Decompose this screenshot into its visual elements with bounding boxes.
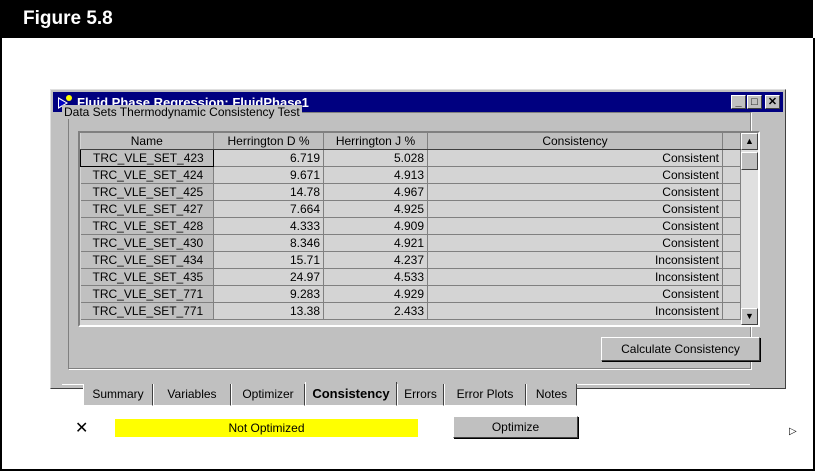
table-row[interactable]: TRC_VLE_SET_424 9.671 4.913 Consistent <box>80 166 741 184</box>
cell-consistency[interactable]: Inconsistent <box>427 302 723 320</box>
minimize-icon: _ <box>735 96 742 108</box>
cell-name[interactable]: TRC_VLE_SET_423 <box>80 149 214 167</box>
grid-vertical-scrollbar[interactable]: ▲ ▼ <box>741 133 758 325</box>
cell-name[interactable]: TRC_VLE_SET_771 <box>80 285 214 303</box>
cell-spacer <box>722 268 741 286</box>
table-row[interactable]: TRC_VLE_SET_434 15.71 4.237 Inconsistent <box>80 251 741 269</box>
consistency-grid: Name Herrington D % Herrington J % Consi… <box>78 131 760 327</box>
cell-herrington-d[interactable]: 14.78 <box>213 183 324 201</box>
cell-name[interactable]: TRC_VLE_SET_428 <box>80 217 214 235</box>
cell-herrington-d[interactable]: 6.719 <box>213 149 324 167</box>
cell-name[interactable]: TRC_VLE_SET_771 <box>80 302 214 320</box>
scroll-down-button[interactable]: ▼ <box>741 308 758 325</box>
tab-errors[interactable]: Errors <box>397 384 444 406</box>
maximize-icon: □ <box>751 96 758 108</box>
cell-consistency[interactable]: Consistent <box>427 183 723 201</box>
cell-spacer <box>722 149 741 167</box>
scroll-thumb[interactable] <box>741 152 758 170</box>
cell-spacer <box>722 217 741 235</box>
cell-consistency[interactable]: Consistent <box>427 166 723 184</box>
cell-herrington-j[interactable]: 4.925 <box>323 200 428 218</box>
table-row[interactable]: TRC_VLE_SET_423 6.719 5.028 Consistent <box>80 149 741 167</box>
arrow-up-icon: ▲ <box>745 136 754 146</box>
optimization-status-bar: Not Optimized <box>115 419 418 437</box>
cell-name[interactable]: TRC_VLE_SET_430 <box>80 234 214 252</box>
tab-optimizer[interactable]: Optimizer <box>231 384 305 406</box>
cell-herrington-j[interactable]: 5.028 <box>323 149 428 167</box>
calculate-consistency-button[interactable]: Calculate Consistency <box>601 337 760 361</box>
cell-herrington-j[interactable]: 4.921 <box>323 234 428 252</box>
scroll-up-button[interactable]: ▲ <box>741 133 758 150</box>
cell-herrington-d[interactable]: 7.664 <box>213 200 324 218</box>
cell-consistency[interactable]: Consistent <box>427 200 723 218</box>
cell-spacer <box>722 234 741 252</box>
cell-consistency[interactable]: Consistent <box>427 217 723 235</box>
cell-herrington-j[interactable]: 4.913 <box>323 166 428 184</box>
column-header-herrington-d[interactable]: Herrington D % <box>213 133 324 150</box>
cell-herrington-d[interactable]: 8.346 <box>213 234 324 252</box>
minimize-button[interactable]: _ <box>731 95 746 109</box>
cell-herrington-d[interactable]: 24.97 <box>213 268 324 286</box>
cell-consistency[interactable]: Consistent <box>427 285 723 303</box>
maximize-button[interactable]: □ <box>747 95 762 109</box>
figure-label: Figure 5.8 <box>23 8 113 29</box>
cell-herrington-j[interactable]: 4.909 <box>323 217 428 235</box>
close-button[interactable]: ✕ <box>765 95 780 109</box>
cell-spacer <box>722 251 741 269</box>
cell-herrington-j[interactable]: 4.967 <box>323 183 428 201</box>
cell-herrington-d[interactable]: 4.333 <box>213 217 324 235</box>
tab-notes[interactable]: Notes <box>526 384 577 406</box>
table-row[interactable]: TRC_VLE_SET_425 14.78 4.967 Consistent <box>80 183 741 201</box>
table-row[interactable]: TRC_VLE_SET_771 13.38 2.433 Inconsistent <box>80 302 741 320</box>
cell-herrington-j[interactable]: 4.533 <box>323 268 428 286</box>
column-header-herrington-j[interactable]: Herrington J % <box>323 133 428 150</box>
column-header-name[interactable]: Name <box>80 133 214 150</box>
cell-herrington-d[interactable]: 9.671 <box>213 166 324 184</box>
tab-consistency[interactable]: Consistency <box>305 382 397 406</box>
tab-summary[interactable]: Summary <box>83 384 153 406</box>
table-row[interactable]: TRC_VLE_SET_771 9.283 4.929 Consistent <box>80 285 741 303</box>
cell-herrington-d[interactable]: 15.71 <box>213 251 324 269</box>
table-row[interactable]: TRC_VLE_SET_428 4.333 4.909 Consistent <box>80 217 741 235</box>
cell-spacer <box>722 302 741 320</box>
figure-header: Figure 5.8 <box>0 0 813 38</box>
cell-consistency[interactable]: Consistent <box>427 234 723 252</box>
cell-spacer <box>722 200 741 218</box>
column-header-spacer <box>722 133 741 150</box>
cell-name[interactable]: TRC_VLE_SET_434 <box>80 251 214 269</box>
cell-herrington-j[interactable]: 4.929 <box>323 285 428 303</box>
cell-herrington-j[interactable]: 2.433 <box>323 302 428 320</box>
cell-herrington-d[interactable]: 9.283 <box>213 285 324 303</box>
table-row[interactable]: TRC_VLE_SET_435 24.97 4.533 Inconsistent <box>80 268 741 286</box>
cell-spacer <box>722 166 741 184</box>
cell-name[interactable]: TRC_VLE_SET_427 <box>80 200 214 218</box>
table-row[interactable]: TRC_VLE_SET_427 7.664 4.925 Consistent <box>80 200 741 218</box>
consistency-table: Name Herrington D % Herrington J % Consi… <box>80 133 741 320</box>
cell-spacer <box>722 285 741 303</box>
table-header-row: Name Herrington D % Herrington J % Consi… <box>80 133 741 150</box>
close-x-icon[interactable]: ✕ <box>75 418 88 438</box>
cell-consistency[interactable]: Inconsistent <box>427 268 723 286</box>
cell-spacer <box>722 183 741 201</box>
cell-consistency[interactable]: Inconsistent <box>427 251 723 269</box>
optimize-button[interactable]: Optimize <box>453 416 578 438</box>
tab-variables[interactable]: Variables <box>153 384 231 406</box>
cell-consistency[interactable]: Consistent <box>427 149 723 167</box>
group-label: Data Sets Thermodynamic Consistency Test <box>62 105 302 119</box>
close-icon: ✕ <box>767 96 778 108</box>
table-body: TRC_VLE_SET_423 6.719 5.028 Consistent T… <box>80 149 741 320</box>
cell-herrington-d[interactable]: 13.38 <box>213 302 324 320</box>
tab-error-plots[interactable]: Error Plots <box>444 384 526 406</box>
column-header-consistency[interactable]: Consistency <box>427 133 723 150</box>
arrow-down-icon: ▼ <box>745 311 754 321</box>
cell-name[interactable]: TRC_VLE_SET_425 <box>80 183 214 201</box>
cell-name[interactable]: TRC_VLE_SET_424 <box>80 166 214 184</box>
cell-herrington-j[interactable]: 4.237 <box>323 251 428 269</box>
table-row[interactable]: TRC_VLE_SET_430 8.346 4.921 Consistent <box>80 234 741 252</box>
play-triangle-icon[interactable]: ▷ <box>789 426 797 437</box>
cell-name[interactable]: TRC_VLE_SET_435 <box>80 268 214 286</box>
